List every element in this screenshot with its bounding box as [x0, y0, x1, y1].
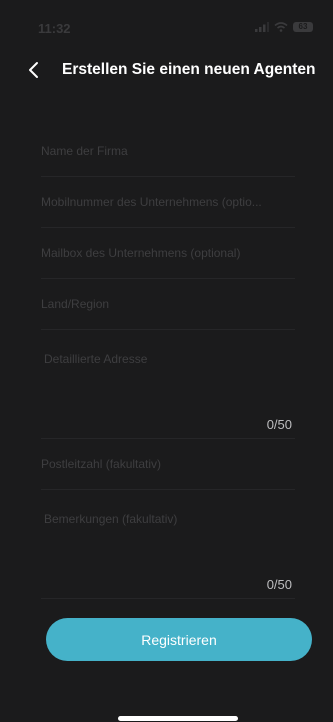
company-name-input[interactable]: [41, 126, 295, 176]
mobile-number-row: [41, 177, 295, 228]
mobile-number-input[interactable]: [41, 177, 295, 227]
page-title: Erstellen Sie einen neuen Agenten: [62, 61, 316, 78]
postal-code-row: [41, 439, 295, 490]
agent-form: 0/50 0/50: [41, 126, 295, 599]
postal-code-input[interactable]: [41, 439, 295, 489]
remarks-char-counter: 0/50: [266, 577, 292, 592]
register-button[interactable]: Registrieren: [46, 618, 312, 661]
company-name-row: [41, 126, 295, 177]
country-region-row: [41, 279, 295, 330]
mailbox-row: [41, 228, 295, 279]
detailed-address-row: 0/50: [41, 330, 295, 439]
back-button[interactable]: [24, 60, 44, 80]
detailed-address-textarea[interactable]: [44, 352, 284, 412]
status-time: 11:32: [38, 21, 71, 36]
battery-icon: 63: [293, 22, 313, 32]
mailbox-input[interactable]: [41, 228, 295, 278]
remarks-textarea[interactable]: [44, 512, 284, 572]
chevron-left-icon: [29, 62, 38, 78]
country-region-input[interactable]: [41, 279, 295, 329]
navigation-bar: Erstellen Sie einen neuen Agenten: [0, 52, 333, 88]
status-bar: 11:32 63: [0, 0, 333, 44]
wifi-icon: [274, 22, 288, 32]
address-char-counter: 0/50: [266, 417, 292, 432]
status-icons: 63: [255, 22, 313, 32]
signal-icon: [255, 22, 269, 32]
home-indicator: [118, 716, 238, 721]
remarks-row: 0/50: [41, 490, 295, 599]
